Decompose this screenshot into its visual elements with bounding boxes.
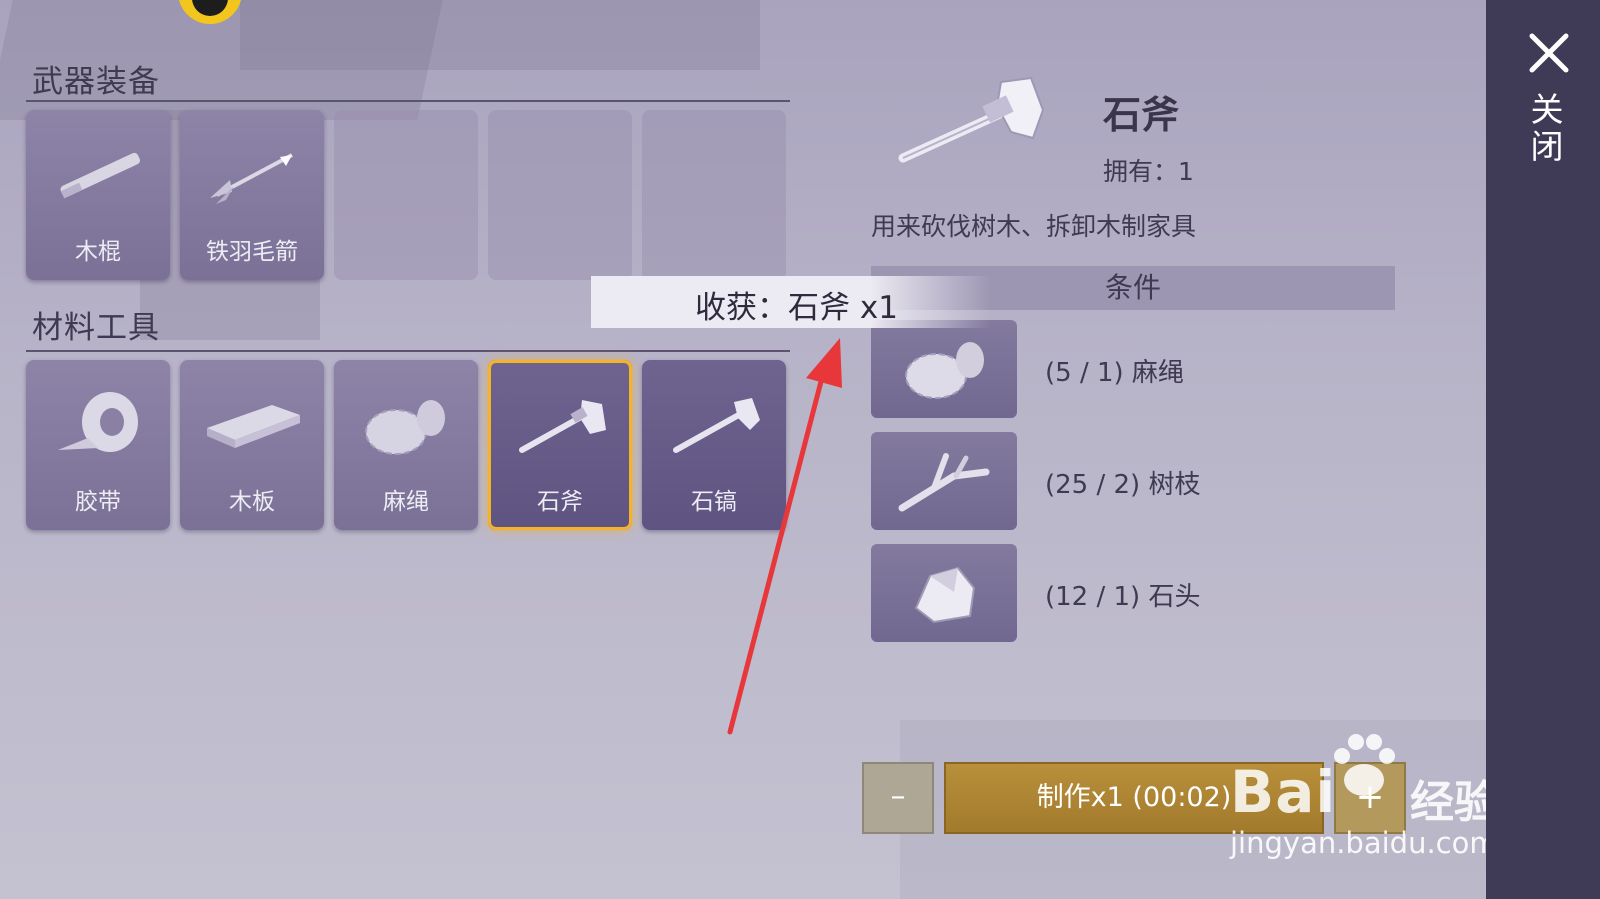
requirement-text: (25 / 2) 树枝 (1045, 470, 1201, 500)
close-icon[interactable] (1526, 30, 1572, 76)
detail-description: 用来砍伐树木、拆卸木制家具 (871, 212, 1197, 241)
section-title-materials: 材料工具 (32, 310, 160, 346)
item-slot-empty[interactable] (488, 110, 632, 280)
watermark-url: jingyan.baidu.com (1230, 826, 1498, 860)
item-label: 木棍 (75, 239, 121, 265)
item-slot-empty[interactable] (334, 110, 478, 280)
requirement-text: (12 / 1) 石头 (1045, 582, 1201, 612)
requirement-slot-rope[interactable] (871, 320, 1017, 418)
item-label: 木板 (229, 489, 275, 515)
stone-axe-detail-icon (898, 76, 1045, 163)
stone-axe-icon (519, 400, 606, 453)
item-slot-rope[interactable]: 麻绳 (334, 360, 478, 530)
watermark-brand: Bai (1230, 758, 1337, 826)
section-divider (26, 100, 790, 102)
close-label[interactable]: 关闭 (1525, 92, 1568, 166)
item-label: 胶带 (75, 489, 121, 515)
decrease-quantity-button[interactable]: – (862, 762, 934, 834)
requirement-text: (5 / 1) 麻绳 (1045, 358, 1184, 388)
item-label: 铁羽毛箭 (206, 239, 298, 265)
wooden-stick-icon (60, 152, 141, 199)
item-slot-iron-feather-arrow[interactable]: 铁羽毛箭 (180, 110, 324, 280)
item-slot-tape[interactable]: 胶带 (26, 360, 170, 530)
stone-icon (914, 566, 976, 624)
item-slot-wooden-stick[interactable]: 木棍 (26, 110, 170, 280)
plank-icon (207, 405, 300, 448)
section-divider (26, 350, 790, 352)
item-label: 麻绳 (383, 489, 429, 515)
detail-item-name: 石斧 (1103, 93, 1180, 137)
tape-icon (58, 392, 138, 452)
item-slot-plank[interactable]: 木板 (180, 360, 324, 530)
requirement-slot-branch[interactable] (871, 432, 1017, 530)
item-slot-stone-axe[interactable]: 石斧 (488, 360, 632, 530)
branch-icon (898, 453, 990, 512)
rope-icon (365, 400, 445, 455)
annotation-arrow (727, 338, 842, 735)
requirement-slot-stone[interactable] (871, 544, 1017, 642)
detail-owned-count: 拥有：1 (1103, 157, 1194, 186)
item-slot-empty[interactable] (642, 110, 786, 280)
watermark-cn: 经验 (1410, 777, 1498, 828)
item-label: 石斧 (537, 489, 583, 515)
section-title-weapons: 武器装备 (32, 64, 160, 100)
iron-feather-arrow-icon (210, 153, 293, 204)
rope-icon (905, 342, 984, 399)
